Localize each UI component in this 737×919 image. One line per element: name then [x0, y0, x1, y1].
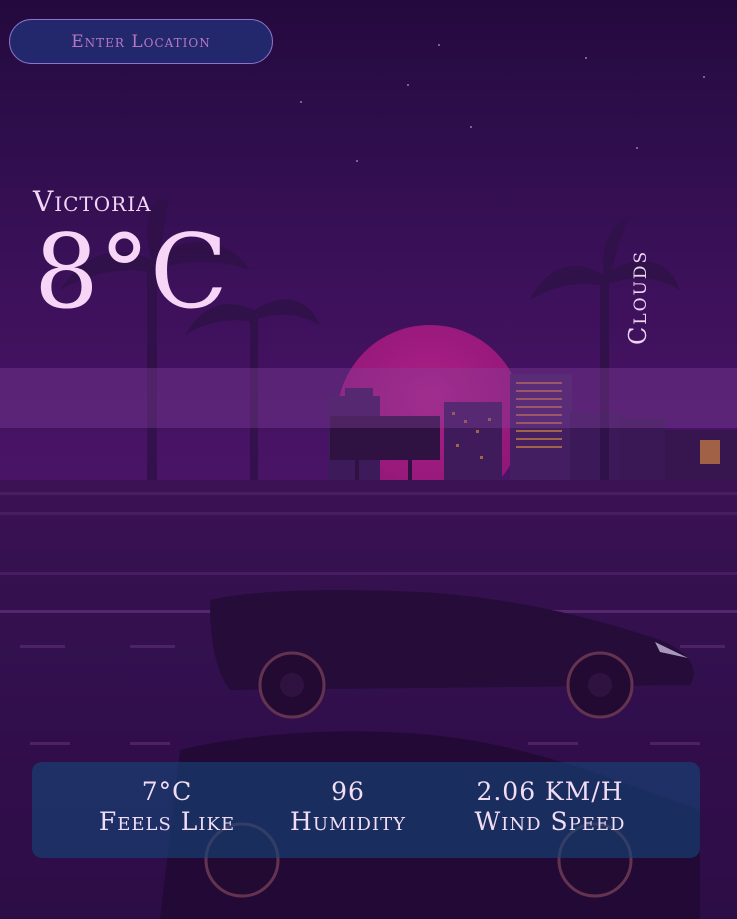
current-temperature: 8°C	[34, 213, 228, 332]
feels-like-stat: 7°C Feels Like	[97, 777, 237, 837]
location-search-input[interactable]	[9, 19, 273, 64]
humidity-label: Humidity	[290, 807, 406, 836]
feels-like-label: Feels Like	[98, 807, 236, 836]
humidity-value: 96	[331, 777, 365, 806]
feels-like-value: 7°C	[141, 777, 193, 806]
wind-speed-stat: 2.06 KM/H Wind Speed	[462, 777, 638, 837]
humidity-stat: 96 Humidity	[278, 777, 418, 837]
wind-speed-value: 2.06 KM/H	[476, 777, 624, 806]
weather-stats-panel: 7°C Feels Like 96 Humidity 2.06 KM/H Win…	[32, 762, 700, 858]
wind-speed-label: Wind Speed	[474, 807, 626, 836]
weather-condition: Clouds	[624, 249, 652, 345]
city-name: Victoria	[33, 185, 152, 218]
